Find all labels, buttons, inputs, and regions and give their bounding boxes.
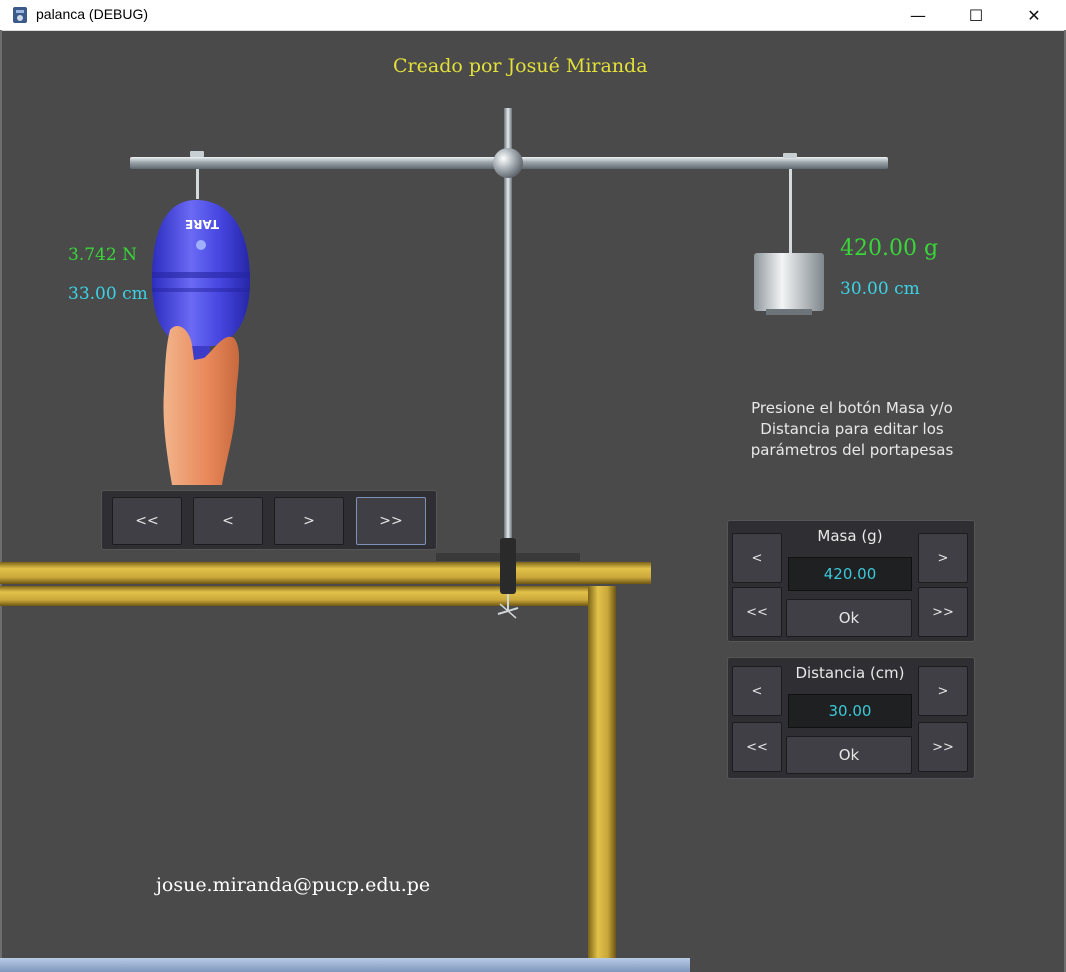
credit-text: Creado por Josué Miranda [393,55,648,77]
author-email: josue.miranda@pucp.edu.pe [156,874,431,896]
distance-panel: < << Distancia (cm) 30.00 Ok > >> [727,657,975,779]
mass-input[interactable]: 420.00 [788,557,912,591]
dynamometer-controls: << < > >> [101,490,437,550]
mass-panel: < << Masa (g) 420.00 Ok > >> [727,520,975,642]
title-bar: palanca (DEBUG) — ☐ ✕ [0,0,1066,31]
close-button[interactable]: ✕ [1006,0,1062,30]
window-title: palanca (DEBUG) [36,6,149,22]
distance-ok-button[interactable]: Ok [786,736,912,774]
instructions-line: Presione el botón Masa y/o [751,399,953,417]
minimize-button[interactable]: — [890,0,946,30]
fast-left-button[interactable]: << [112,497,182,545]
mass-readout: 420.00 g [840,236,939,261]
right-button[interactable]: > [274,497,344,545]
maximize-button[interactable]: ☐ [948,0,1004,30]
fast-right-button[interactable]: >> [356,497,426,545]
mass-increase-button[interactable]: > [918,533,968,583]
instructions-line: Distancia para editar los [760,420,944,438]
mass-decrease-button[interactable]: < [732,533,782,583]
distance-fast-increase-button[interactable]: >> [918,722,968,772]
tare-label: TARE [185,217,219,231]
instructions-line: parámetros del portapesas [750,441,954,459]
dynamometer-distance-readout: 33.00 cm [68,284,148,304]
distance-label: Distancia (cm) [795,664,905,682]
app-icon [13,7,27,23]
mass-fast-increase-button[interactable]: >> [918,587,968,637]
instructions-text: Presione el botón Masa y/o Distancia par… [730,398,974,461]
left-button[interactable]: < [193,497,263,545]
mass-ok-button[interactable]: Ok [786,599,912,637]
weight-distance-readout: 30.00 cm [840,279,920,299]
distance-fast-decrease-button[interactable]: << [732,722,782,772]
distance-decrease-button[interactable]: < [732,666,782,716]
mass-label: Masa (g) [817,527,883,545]
distance-input[interactable]: 30.00 [788,694,912,728]
mass-fast-decrease-button[interactable]: << [732,587,782,637]
force-readout: 3.742 N [68,245,137,265]
distance-increase-button[interactable]: > [918,666,968,716]
